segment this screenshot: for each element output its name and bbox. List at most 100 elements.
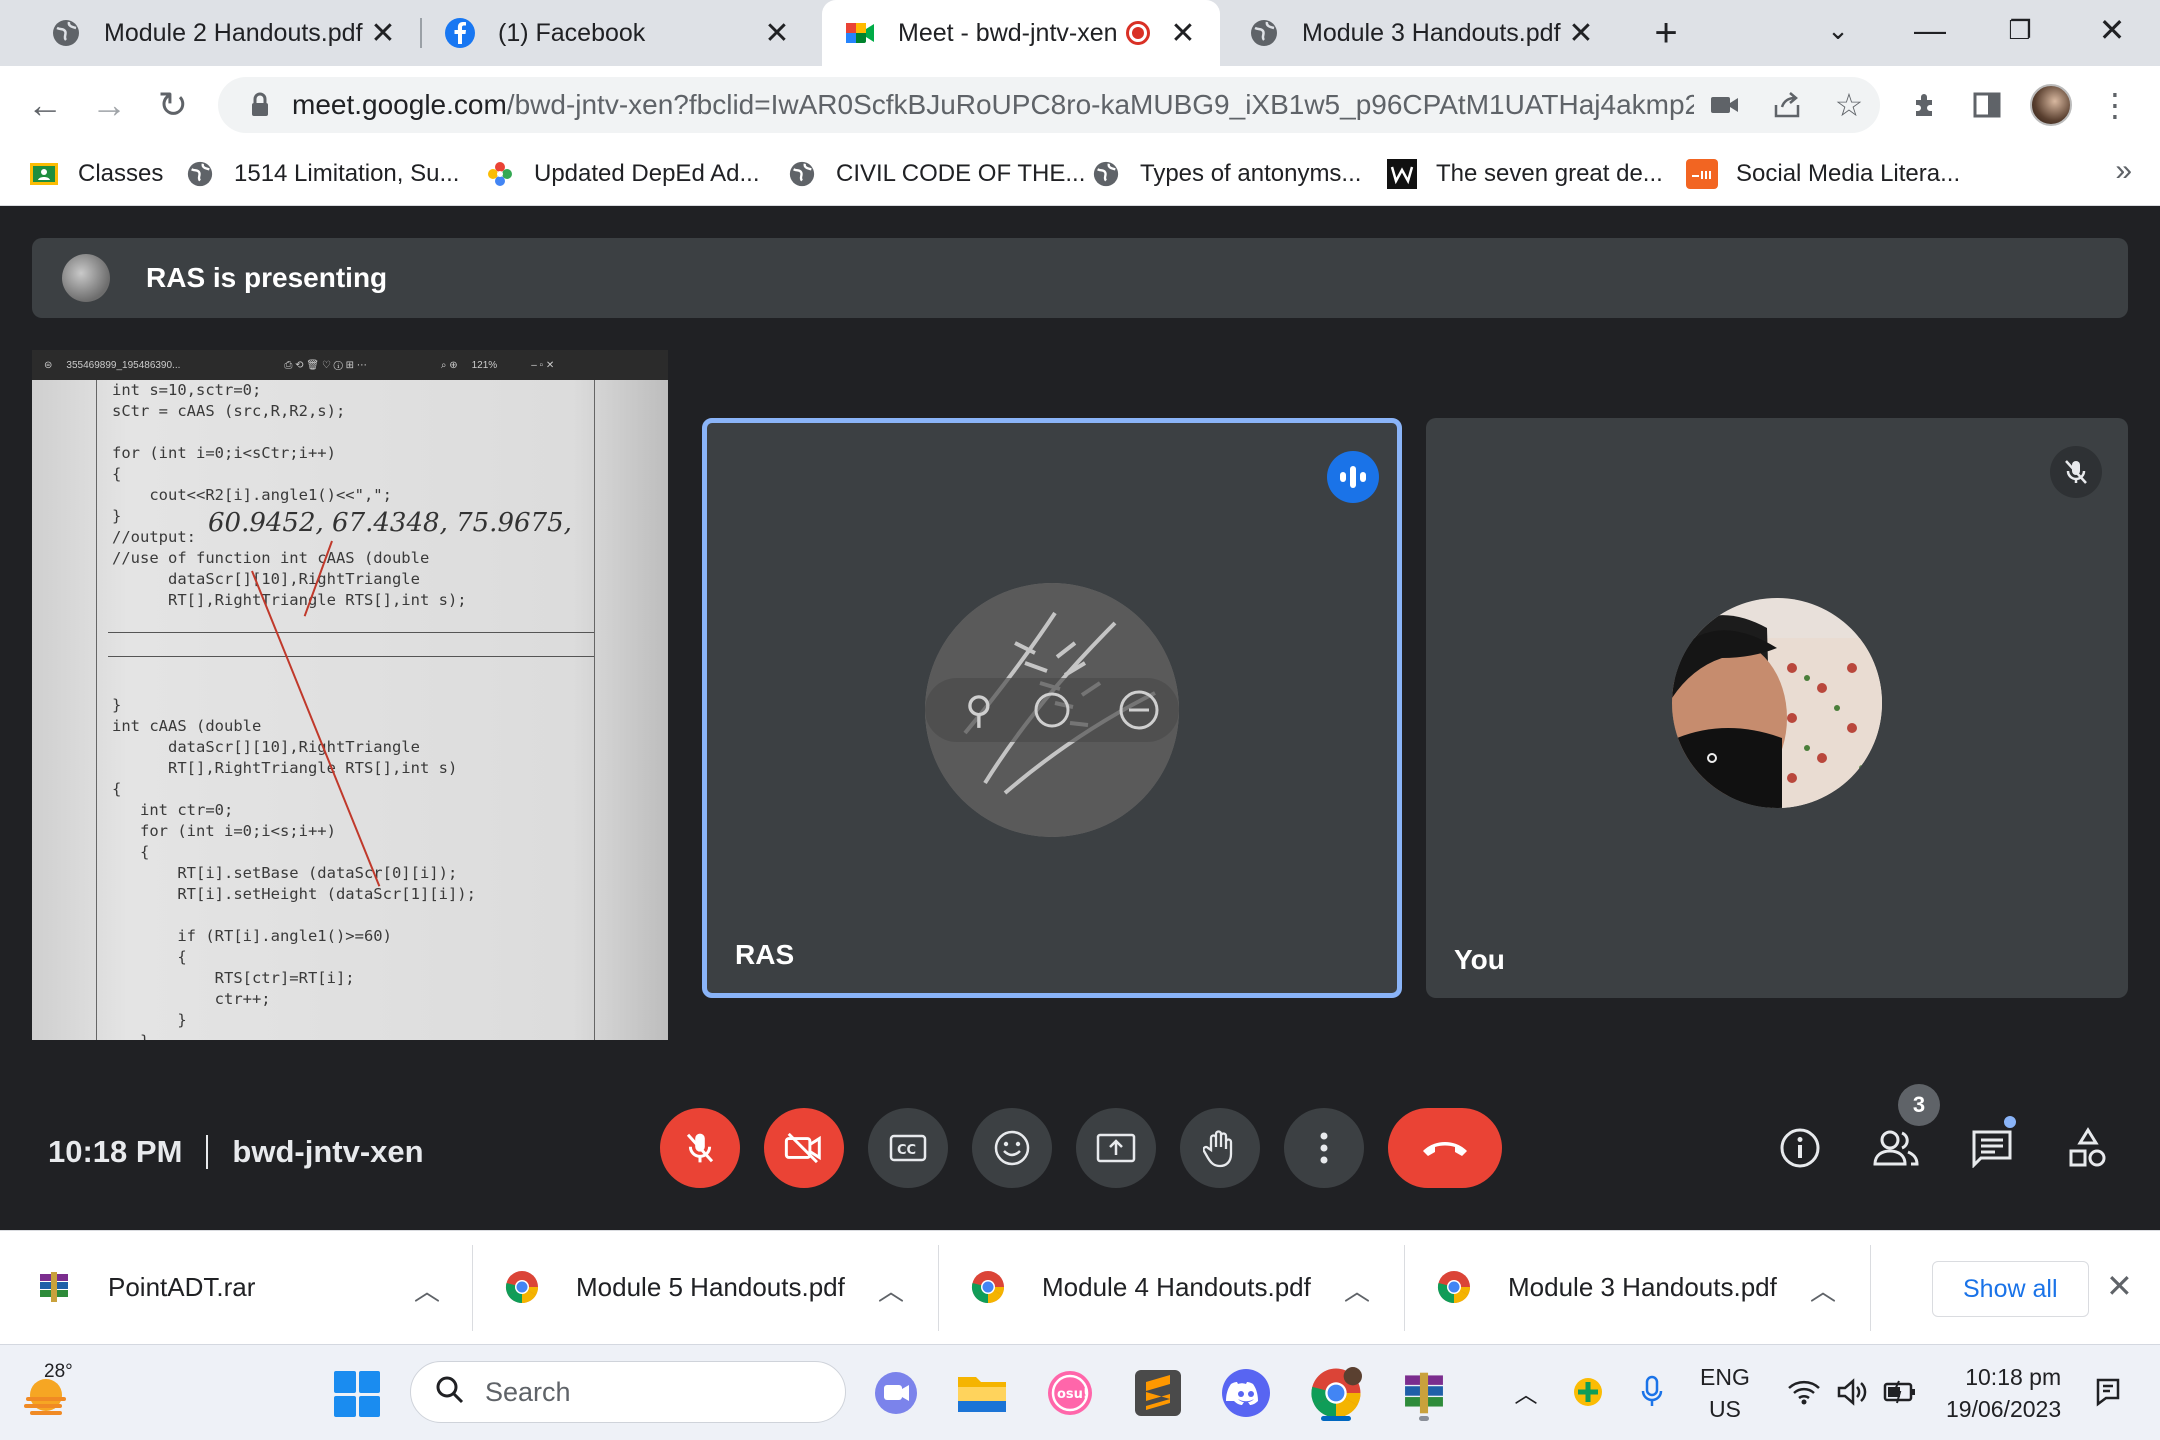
microphone-toggle-button[interactable] <box>660 1108 740 1188</box>
bookmark-item[interactable]: The seven great de... <box>1386 144 1663 204</box>
chevron-up-icon[interactable]: ︿ <box>1508 1367 1544 1417</box>
activities-button[interactable] <box>2058 1118 2118 1178</box>
back-button[interactable]: ← <box>20 80 70 130</box>
bookmark-item[interactable]: CIVIL CODE OF THE... <box>786 144 1085 204</box>
tab-facebook[interactable]: (1) Facebook ✕ <box>422 0 814 66</box>
emoji-reaction-button[interactable] <box>972 1108 1052 1188</box>
url-text[interactable]: meet.google.com/bwd-jntv-xen?fbclid=IwAR… <box>292 89 1694 121</box>
close-icon[interactable]: ✕ <box>1566 17 1596 50</box>
chrome-icon <box>1436 1269 1472 1305</box>
notifications-icon[interactable] <box>2086 1367 2130 1417</box>
reload-button[interactable]: ↻ <box>148 80 198 130</box>
download-item[interactable]: Module 5 Handouts.pdf ︿ <box>504 1231 904 1343</box>
close-icon[interactable]: ✕ <box>762 17 792 50</box>
volume-icon[interactable] <box>1830 1367 1874 1417</box>
windows-start-icon[interactable] <box>334 1371 380 1417</box>
participant-name: RAS <box>735 939 795 970</box>
bookmark-item[interactable]: 1514 Limitation, Su... <box>184 144 459 204</box>
show-all-button[interactable]: Show all <box>1932 1261 2089 1317</box>
zoom-icon: ⌕ ⊕ <box>440 359 458 371</box>
file-explorer-icon[interactable] <box>952 1363 1012 1423</box>
discord-icon[interactable] <box>1216 1363 1276 1423</box>
close-icon[interactable]: ✕ <box>368 17 398 50</box>
globe-icon <box>184 158 216 190</box>
minimize-button[interactable]: — <box>1890 0 1970 60</box>
bookmark-label: The seven great de... <box>1436 160 1663 187</box>
osu-icon[interactable]: osu! <box>1040 1363 1100 1423</box>
tab-meet[interactable]: Meet - bwd-jntv-xen ✕ <box>822 0 1220 66</box>
participant-tile-you[interactable]: You <box>1426 418 2128 998</box>
forward-button[interactable]: → <box>84 80 134 130</box>
more-options-button[interactable] <box>1284 1108 1364 1188</box>
bookmarks-bar: Classes 1514 Limitation, Su... Updated D… <box>0 144 2160 206</box>
camera-toggle-button[interactable] <box>764 1108 844 1188</box>
divider <box>938 1245 939 1331</box>
divider <box>1870 1245 1871 1331</box>
tab-module-2[interactable]: Module 2 Handouts.pdf ✕ <box>28 0 420 66</box>
camera-in-use-icon[interactable] <box>1694 80 1756 130</box>
download-item[interactable]: Module 3 Handouts.pdf ︿ <box>1436 1231 1836 1343</box>
side-panel-icon[interactable] <box>1962 80 2012 130</box>
wifi-icon[interactable] <box>1782 1367 1826 1417</box>
tray-app-icon[interactable] <box>1566 1367 1610 1417</box>
input-language[interactable]: ENG US <box>1700 1361 1750 1425</box>
extensions-icon[interactable] <box>1900 80 1950 130</box>
sublime-text-icon[interactable] <box>1128 1363 1188 1423</box>
chevron-up-icon[interactable]: ︿ <box>1344 1271 1370 1308</box>
bookmark-label: Classes <box>78 160 164 187</box>
teams-chat-icon[interactable] <box>866 1363 926 1423</box>
running-indicator <box>1419 1416 1429 1421</box>
chevron-up-icon[interactable]: ︿ <box>878 1271 904 1308</box>
window-close-button[interactable]: ✕ <box>2072 0 2152 60</box>
tab-search-button[interactable]: ⌄ <box>1798 0 1878 60</box>
svg-text:CC: CC <box>897 1143 916 1158</box>
download-item[interactable]: PointADT.rar ︿ <box>36 1231 440 1343</box>
winrar-taskbar-icon[interactable] <box>1394 1363 1454 1423</box>
bookmark-label: CIVIL CODE OF THE... <box>836 160 1086 187</box>
globe-icon <box>786 158 818 190</box>
svg-text:osu!: osu! <box>1057 1387 1089 1402</box>
taskbar-search-box[interactable]: Search <box>410 1361 846 1423</box>
download-item[interactable]: Module 4 Handouts.pdf ︿ <box>970 1231 1370 1343</box>
shared-screen[interactable]: ⊜ 355469899_195486390... ⎙ ⟲ 🗑 ♡ ⓘ ⊞ ⋯ ⌕… <box>32 350 668 1040</box>
chevron-up-icon[interactable]: ︿ <box>414 1271 440 1308</box>
bookmark-star-icon[interactable]: ☆ <box>1818 80 1880 130</box>
bookmark-item[interactable]: Types of antonyms... <box>1090 144 1361 204</box>
w-logo-icon <box>1386 158 1418 190</box>
address-bar[interactable]: meet.google.com/bwd-jntv-xen?fbclid=IwAR… <box>218 77 1880 133</box>
clock-time: 10:18 pm <box>1965 1364 2062 1390</box>
profile-avatar[interactable] <box>2026 80 2076 130</box>
bookmarks-overflow-icon[interactable]: » <box>2115 154 2132 188</box>
edu-icon <box>1686 158 1718 190</box>
chrome-menu-icon[interactable]: ⋮ <box>2090 80 2140 130</box>
lock-icon[interactable] <box>240 92 280 118</box>
tab-module-3[interactable]: Module 3 Handouts.pdf ✕ <box>1226 0 1618 66</box>
meeting-details-button[interactable] <box>1770 1118 1830 1178</box>
close-icon[interactable]: ✕ <box>2106 1267 2133 1305</box>
battery-charging-icon[interactable] <box>1878 1367 1922 1417</box>
restore-button[interactable]: ❐ <box>1980 0 2060 60</box>
system-clock[interactable]: 10:18 pm 19/06/2023 <box>1946 1361 2061 1425</box>
page-margin-line <box>594 380 595 1040</box>
leave-call-button[interactable] <box>1388 1108 1502 1188</box>
chevron-up-icon[interactable]: ︿ <box>1810 1271 1836 1308</box>
new-tab-button[interactable]: + <box>1638 10 1694 56</box>
viewer-filename: 355469899_195486390... <box>66 359 181 371</box>
captions-button[interactable]: CC <box>868 1108 948 1188</box>
bookmark-item[interactable]: Classes <box>28 144 163 204</box>
bookmark-item[interactable]: Social Media Litera... <box>1686 144 1960 204</box>
running-indicator <box>1321 1416 1351 1421</box>
raise-hand-button[interactable] <box>1180 1108 1260 1188</box>
chrome-taskbar-icon[interactable] <box>1304 1363 1368 1423</box>
microphone-icon[interactable] <box>1630 1367 1674 1417</box>
chat-unread-dot <box>2002 1114 2018 1130</box>
close-icon[interactable]: ✕ <box>1168 17 1198 50</box>
tab-title: Meet - bwd-jntv-xen <box>898 18 1118 47</box>
participant-avatar <box>1672 598 1882 808</box>
bookmark-item[interactable]: Updated DepEd Ad... <box>484 144 760 204</box>
people-button[interactable] <box>1866 1118 1926 1178</box>
clock-date: 19/06/2023 <box>1946 1396 2062 1422</box>
participant-tile-ras[interactable]: ⚲ RAS <box>702 418 1402 998</box>
present-screen-button[interactable] <box>1076 1108 1156 1188</box>
share-icon[interactable] <box>1756 80 1818 130</box>
